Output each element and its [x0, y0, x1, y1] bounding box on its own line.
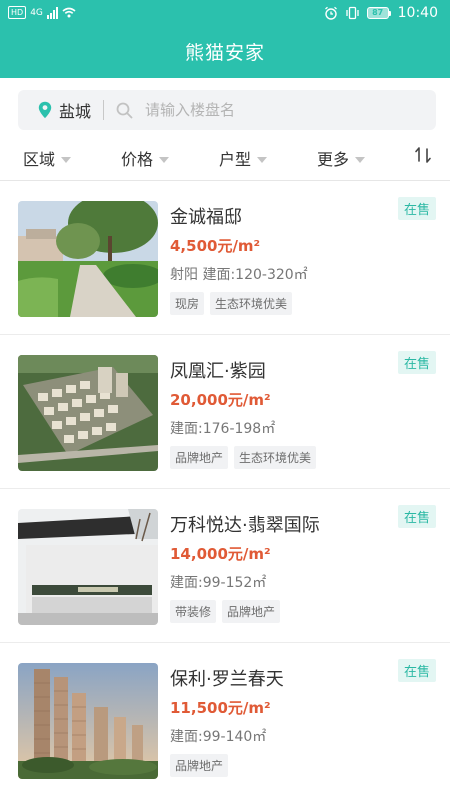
filter-more[interactable]: 更多 — [317, 146, 366, 170]
listing-price: 20,000元/m² — [170, 391, 271, 409]
sales-center-photo — [18, 509, 158, 625]
listing-price: 4,500元/m² — [170, 237, 261, 255]
status-badge: 在售 — [397, 351, 436, 374]
caret-down-icon — [257, 156, 268, 163]
listing-card[interactable]: 保利·罗兰春天 11,500元/m² 建面:99-140㎡ 品牌地产 在售 — [0, 643, 450, 797]
status-badge: 在售 — [397, 197, 436, 220]
signal-type-label: 4G — [30, 7, 43, 18]
listing-meta: 建面:176-198㎡ — [170, 421, 276, 437]
filter-price[interactable]: 价格 — [121, 146, 170, 170]
search-divider — [103, 100, 105, 120]
listing-name: 凤凰汇·紫园 — [170, 361, 266, 382]
status-bar: HD 4G 87 10:40 — [0, 0, 450, 28]
status-badge: 在售 — [397, 505, 436, 528]
listing-tag: 生态环境优美 — [210, 292, 293, 315]
alarm-icon — [324, 6, 337, 20]
listing-tags: 品牌地产 — [170, 754, 229, 777]
clock-time: 10:40 — [397, 5, 438, 21]
listing-tags: 现房 生态环境优美 — [170, 292, 293, 315]
listing-tag: 品牌地产 — [170, 754, 229, 777]
listing-tag: 生态环境优美 — [234, 446, 317, 469]
listing-price: 14,000元/m² — [170, 545, 271, 563]
aerial-villas-photo — [18, 355, 158, 471]
listing-name: 金诚福邸 — [170, 207, 242, 228]
network-type-badge: HD — [8, 6, 27, 19]
filter-layout[interactable]: 户型 — [219, 146, 268, 170]
listing-tags: 品牌地产 生态环境优美 — [170, 446, 317, 469]
page-title: 熊猫安家 — [184, 42, 265, 64]
listing-tags: 带装修 品牌地产 — [170, 600, 281, 623]
garden-path-photo — [18, 201, 158, 317]
highrise-towers-photo — [18, 663, 158, 779]
listing-tag: 品牌地产 — [170, 446, 229, 469]
listing-card[interactable]: 凤凰汇·紫园 20,000元/m² 建面:176-198㎡ 品牌地产 生态环境优… — [0, 335, 450, 489]
signal-bars-icon — [46, 6, 58, 19]
app-header: HD 4G 87 10:40 熊猫安家 — [0, 0, 450, 78]
listing-tag: 品牌地产 — [222, 600, 281, 623]
caret-down-icon — [61, 156, 72, 163]
search-input[interactable] — [145, 101, 406, 119]
status-badge: 在售 — [397, 659, 436, 682]
battery-level: 87 — [366, 7, 389, 19]
listing-meta: 建面:99-140㎡ — [170, 729, 267, 745]
listing-tag: 带装修 — [170, 600, 217, 623]
filter-label: 区域 — [23, 150, 56, 169]
location-pin-icon[interactable] — [38, 101, 52, 119]
listing-name: 万科悦达·翡翠国际 — [170, 515, 320, 536]
caret-down-icon — [159, 156, 170, 163]
vibrate-icon — [345, 6, 359, 20]
listing-card[interactable]: 金诚福邸 4,500元/m² 射阳 建面:120-320㎡ 现房 生态环境优美 … — [0, 181, 450, 335]
filter-label: 价格 — [121, 150, 154, 169]
filter-bar: 区域 价格 户型 更多 — [0, 138, 450, 178]
sort-arrows-icon[interactable] — [414, 146, 432, 164]
caret-down-icon — [355, 156, 366, 163]
listing-card[interactable]: 万科悦达·翡翠国际 14,000元/m² 建面:99-152㎡ 带装修 品牌地产… — [0, 489, 450, 643]
listing-meta: 射阳 建面:120-320㎡ — [170, 267, 308, 283]
search-icon — [116, 102, 133, 118]
filter-area[interactable]: 区域 — [23, 146, 72, 170]
listing-price: 11,500元/m² — [170, 699, 271, 717]
listing-tag: 现房 — [170, 292, 205, 315]
filter-label: 户型 — [219, 150, 252, 169]
listing-name: 保利·罗兰春天 — [170, 669, 284, 690]
listing-meta: 建面:99-152㎡ — [170, 575, 267, 591]
filter-label: 更多 — [317, 150, 350, 169]
wifi-icon — [62, 7, 76, 18]
battery-icon: 87 — [366, 7, 391, 19]
city-selector[interactable]: 盐城 — [59, 98, 91, 122]
search-bar: 盐城 — [18, 90, 436, 130]
